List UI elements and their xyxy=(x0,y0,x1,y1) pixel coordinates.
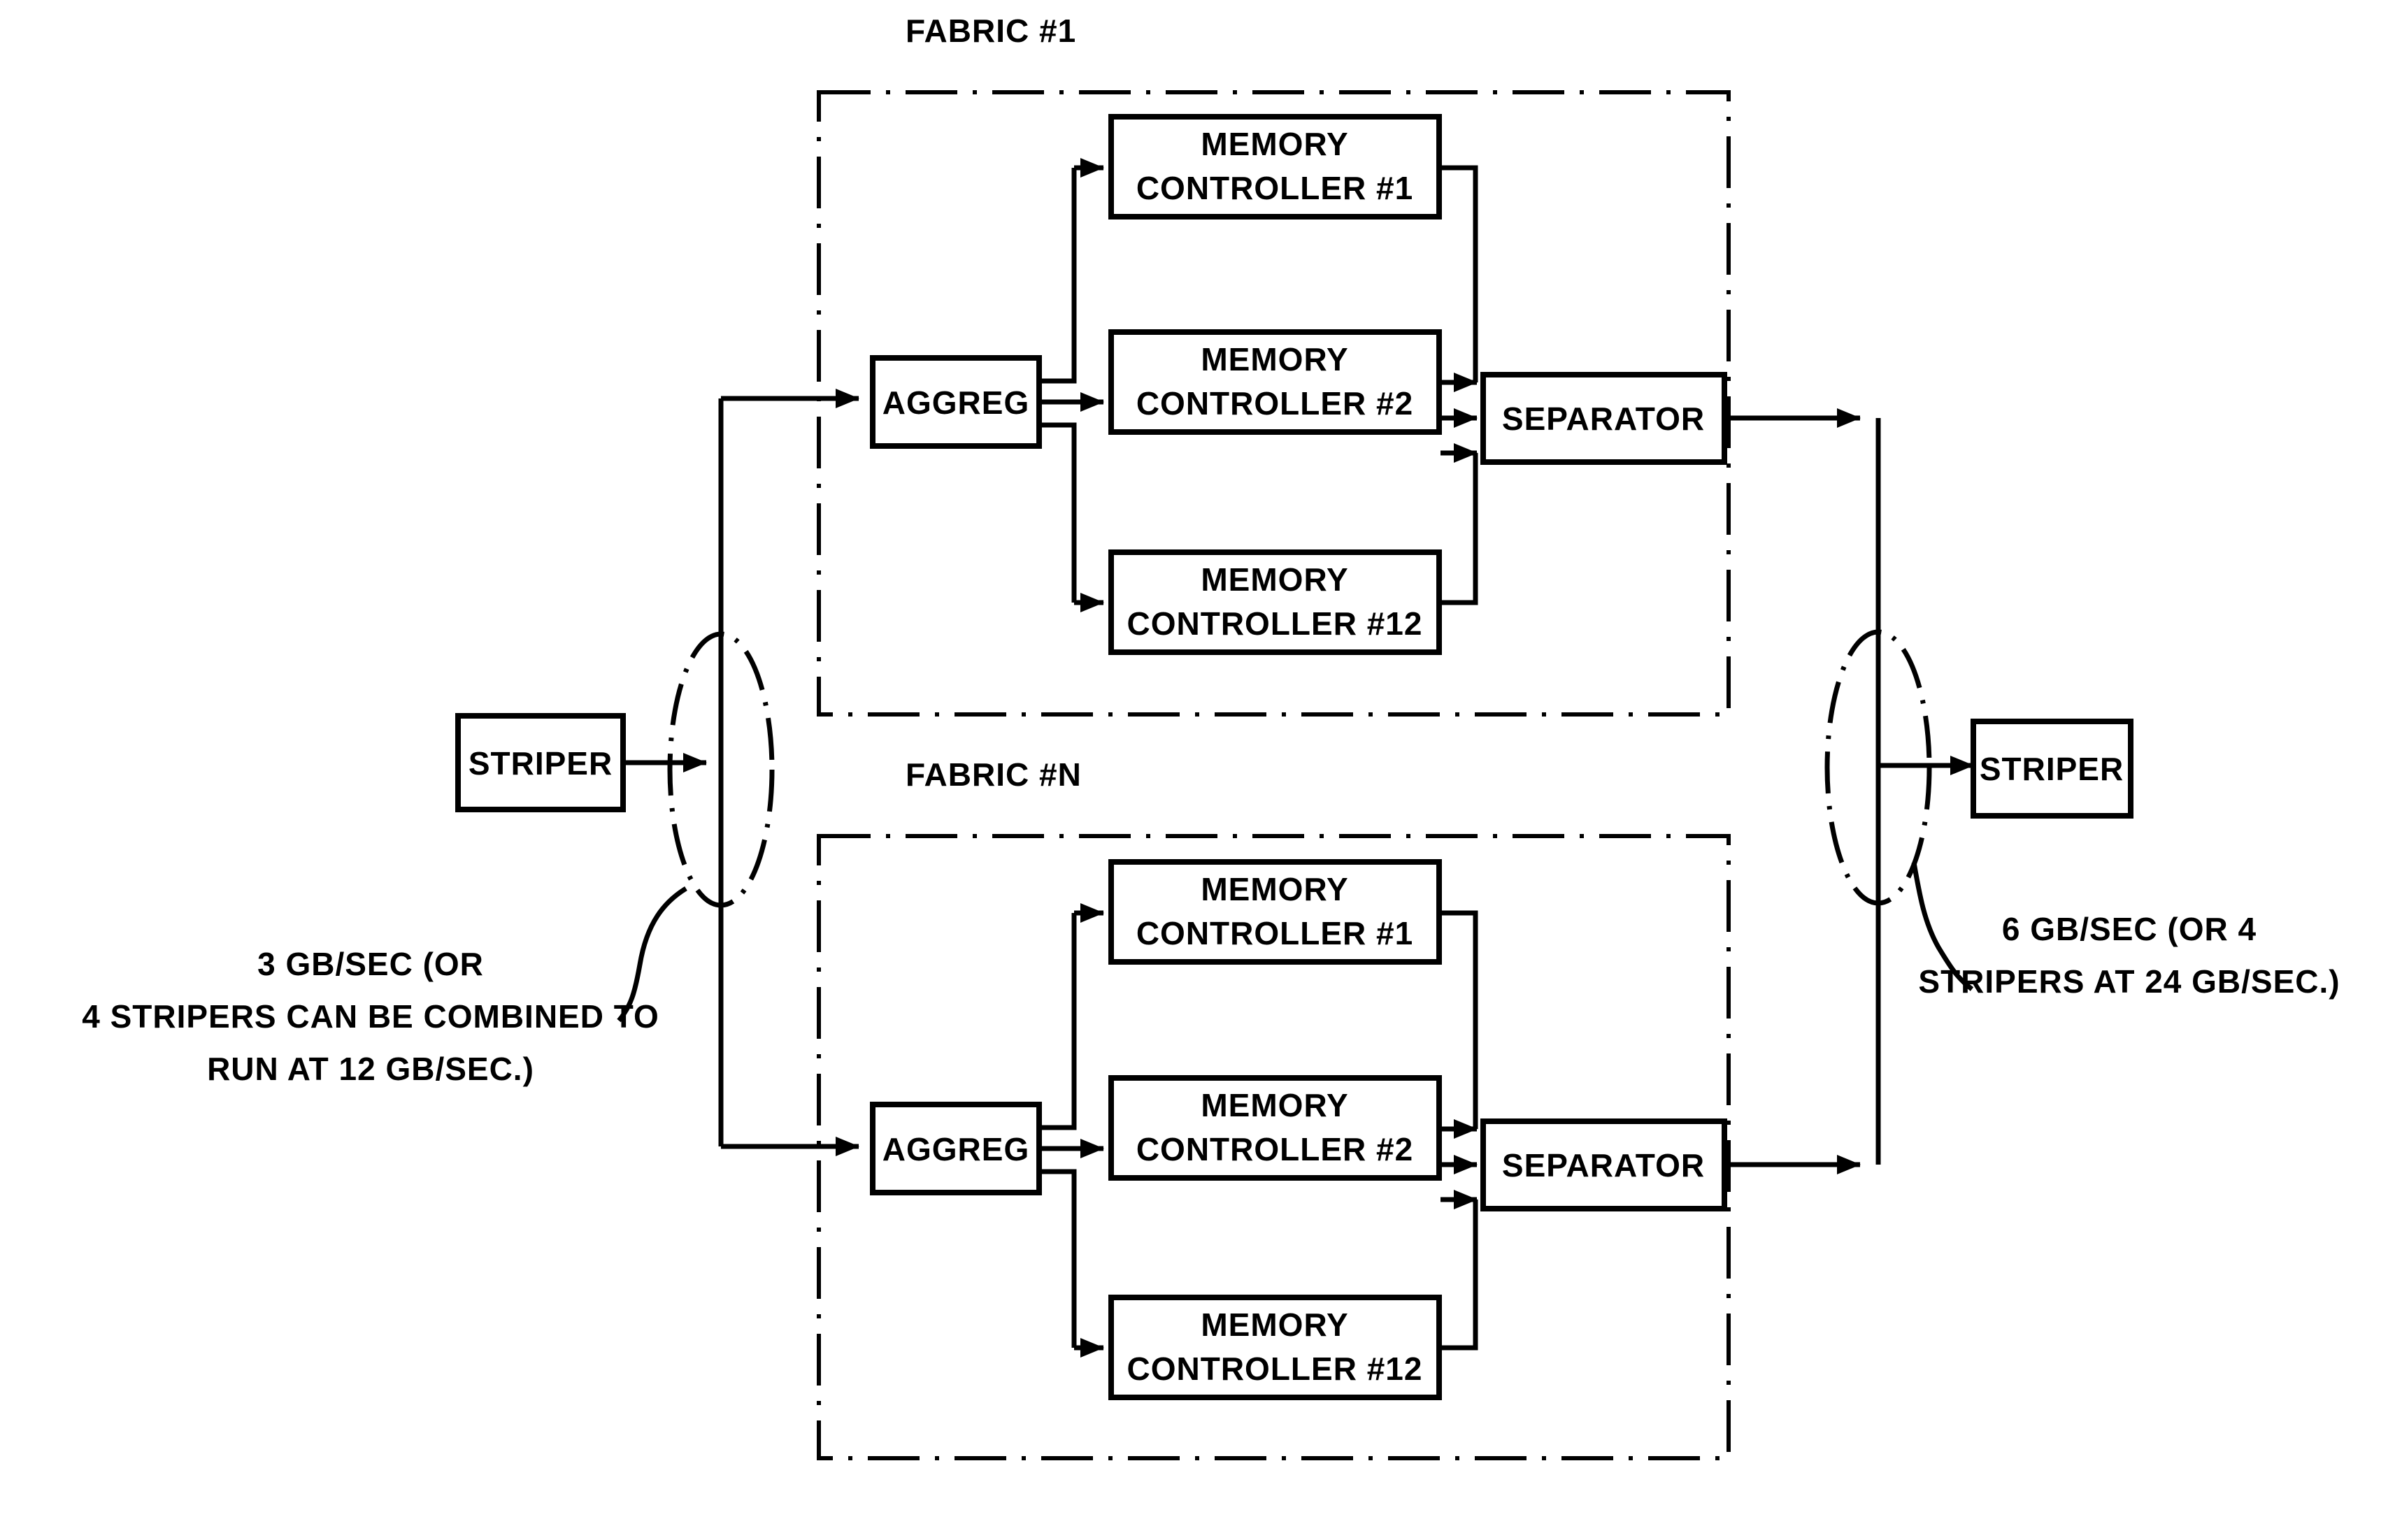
memory-controller-label-2-1-line2: CONTROLLER #1 xyxy=(1136,915,1413,951)
aggregator-label-2: AGGREG xyxy=(882,1131,1029,1167)
memory-controller-label-2-3-line1: MEMORY xyxy=(1201,1307,1348,1343)
figure-canvas: FABRIC #1 FABRIC #N STRIPER AGGREG MEMOR… xyxy=(0,0,2402,1540)
block-diagram: FABRIC #1 FABRIC #N STRIPER AGGREG MEMOR… xyxy=(82,13,2340,1460)
left-caption-line2: 4 STRIPERS CAN BE COMBINED TO xyxy=(82,998,659,1035)
memory-controller-label-2-2-line1: MEMORY xyxy=(1201,1087,1348,1123)
memory-controller-label-2-1-line1: MEMORY xyxy=(1201,871,1348,907)
memory-controller-label-1-1-line1: MEMORY xyxy=(1201,126,1348,162)
memory-controller-label-1-1-line2: CONTROLLER #1 xyxy=(1136,170,1413,206)
mc1-3-to-separator-route xyxy=(1439,453,1478,605)
memory-controller-label-1-3-line2: CONTROLLER #12 xyxy=(1127,605,1423,642)
left-caption-line3: RUN AT 12 GB/SEC.) xyxy=(207,1051,534,1087)
memory-controller-label-2-2-line2: CONTROLLER #2 xyxy=(1136,1131,1413,1167)
right-caption-line2: STRIPERS AT 24 GB/SEC.) xyxy=(1918,963,2340,1000)
memory-controller-label-2-3-line2: CONTROLLER #12 xyxy=(1127,1351,1423,1387)
aggreg-to-mc2-3-route xyxy=(1039,1169,1077,1348)
input-striper-label: STRIPER xyxy=(469,745,613,782)
separator-label-2: SEPARATOR xyxy=(1502,1147,1705,1183)
mc1-1-to-separator-route xyxy=(1439,165,1478,382)
right-caption-line1: 6 GB/SEC (OR 4 xyxy=(2002,911,2257,947)
aggreg-to-mc1-1-route xyxy=(1039,168,1077,384)
aggregator-label-1: AGGREG xyxy=(882,384,1029,421)
left-caption-line1: 3 GB/SEC (OR xyxy=(257,946,484,982)
fabric-label-2: FABRIC #N xyxy=(906,756,1082,793)
output-striper-label: STRIPER xyxy=(1980,751,2124,787)
mc2-3-to-separator-route xyxy=(1439,1200,1478,1351)
fabric-label-1: FABRIC #1 xyxy=(906,13,1076,49)
separator-label-1: SEPARATOR xyxy=(1502,401,1705,437)
memory-controller-label-1-2-line2: CONTROLLER #2 xyxy=(1136,385,1413,422)
mc2-1-to-separator-route xyxy=(1439,910,1478,1129)
memory-controller-label-1-2-line1: MEMORY xyxy=(1201,341,1348,377)
aggreg-to-mc2-1-route xyxy=(1039,913,1077,1130)
aggreg-to-mc1-3-route xyxy=(1039,422,1077,603)
memory-controller-label-1-3-line1: MEMORY xyxy=(1201,561,1348,598)
